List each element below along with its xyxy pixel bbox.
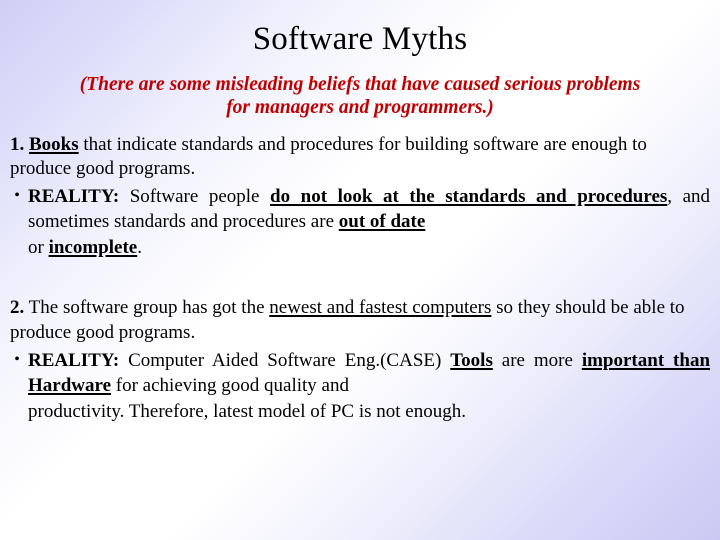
myth-statement-2-before: The software group has got the — [24, 297, 270, 319]
reality-underline-2a: Tools — [450, 349, 493, 371]
myth-number-2: 2. — [10, 297, 25, 319]
reality-text-1: REALITY: Software people do not look at … — [28, 184, 710, 260]
section-divider — [6, 260, 714, 296]
bullet-icon: • — [14, 187, 20, 205]
reality-underline-1a: do not look at the standards and procedu… — [270, 186, 668, 208]
subtitle-line-1: (There are some misleading beliefs that … — [79, 73, 641, 95]
myth-block-1: 1. Books that indicate standards and pro… — [6, 133, 714, 261]
page-title: Software Myths — [252, 21, 468, 57]
reality-part-1d: . — [137, 236, 142, 258]
reality-part-2c: for achieving good quality and — [111, 375, 349, 397]
slide-body: 1. Books that indicate standards and pro… — [0, 119, 720, 424]
myth-statement-1: 1. Books that indicate standards and pro… — [6, 133, 714, 182]
reality-item-2: • REALITY: Computer Aided Software Eng.(… — [6, 348, 714, 424]
reality-label-1: REALITY: — [28, 186, 120, 208]
reality-part-1a: Software people — [119, 186, 271, 208]
myth-number-1: 1. — [10, 133, 25, 155]
bullet-icon: • — [14, 350, 20, 368]
reality-item-1: • REALITY: Software people do not look a… — [6, 184, 714, 260]
reality-part-2a: Computer Aided Software Eng.(CASE) — [119, 349, 451, 371]
reality-part-1c: or — [28, 236, 49, 258]
myth-block-2: 2. The software group has got the newest… — [6, 296, 714, 424]
reality-underline-1b: out of date — [338, 211, 426, 233]
myth-keyword-2: newest and fastest computers — [269, 297, 492, 319]
myth-keyword-1: Books — [29, 133, 79, 155]
reality-label-2: REALITY: — [28, 349, 120, 371]
subtitle-line-2: for managers and programmers.) — [226, 96, 494, 118]
reality-lastline-1: or incomplete. — [28, 235, 710, 260]
reality-underline-1c: incomplete — [48, 236, 138, 258]
slide-subtitle: (There are some misleading beliefs that … — [0, 57, 720, 119]
myth-statement-1-after: that indicate standards and procedures f… — [10, 133, 647, 180]
myth-statement-2: 2. The software group has got the newest… — [6, 296, 714, 345]
reality-text-2: REALITY: Computer Aided Software Eng.(CA… — [28, 348, 710, 424]
reality-lastline-2: productivity. Therefore, latest model of… — [28, 400, 466, 422]
slide: Software Myths (There are some misleadin… — [0, 0, 720, 540]
reality-part-2b: are more — [492, 349, 582, 371]
